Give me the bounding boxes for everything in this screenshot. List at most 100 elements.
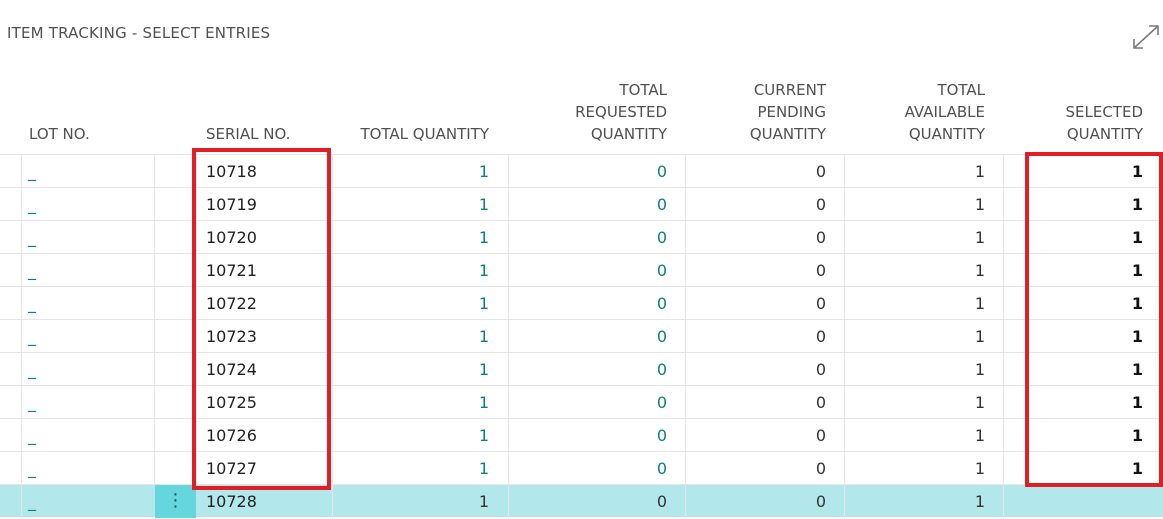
total-quantity-cell[interactable]: 1	[335, 419, 489, 451]
total-quantity-cell[interactable]: 1	[335, 155, 489, 187]
serial-no-cell[interactable]: 10718	[206, 155, 316, 187]
total-requested-quantity-cell[interactable]: 0	[510, 320, 667, 352]
total-available-quantity-cell: 1	[974, 360, 985, 379]
column-header-total-requested-quantity[interactable]: TOTAL REQUESTED QUANTITY	[510, 79, 667, 145]
lot-no-cell[interactable]: _	[28, 188, 68, 220]
current-pending-quantity-cell: 0	[815, 294, 826, 313]
total-quantity-cell[interactable]: 1	[335, 221, 489, 253]
total-available-quantity-cell: 1	[974, 327, 985, 346]
serial-no-cell[interactable]: 10724	[206, 353, 316, 385]
serial-no-cell[interactable]: 10721	[206, 254, 316, 286]
total-available-quantity-cell: 1	[974, 459, 985, 478]
column-header-line: QUANTITY	[749, 125, 826, 143]
table-row[interactable]: _ 10718 1 0 0 1 1	[0, 154, 1163, 188]
table-row[interactable]: _ 10720 1 0 0 1 1	[0, 220, 1163, 254]
lot-no-cell[interactable]: _	[28, 386, 68, 418]
lot-no-cell[interactable]: _	[28, 155, 68, 187]
column-header-lot-no[interactable]: LOT NO.	[29, 123, 90, 145]
table-row[interactable]: _ 10719 1 0 0 1 1	[0, 187, 1163, 221]
total-requested-quantity-cell[interactable]: 0	[510, 155, 667, 187]
selected-quantity-cell[interactable]: 1	[1005, 419, 1143, 451]
column-header-line: PENDING	[757, 103, 826, 121]
current-pending-quantity-cell: 0	[815, 492, 826, 511]
row-actions-menu-button[interactable]: ⋮	[155, 485, 196, 518]
column-header-line: QUANTITY	[908, 125, 985, 143]
current-pending-quantity-cell: 0	[815, 426, 826, 445]
lot-no-cell[interactable]: _	[28, 254, 68, 286]
serial-no-cell[interactable]: 10723	[206, 320, 316, 352]
table-row[interactable]: _ 10722 1 0 0 1 1	[0, 286, 1163, 320]
selected-quantity-cell[interactable]	[1005, 485, 1143, 517]
total-requested-quantity-cell[interactable]: 0	[510, 419, 667, 451]
column-header-serial-no[interactable]: SERIAL NO.	[206, 123, 290, 145]
lot-no-cell[interactable]: _	[28, 353, 68, 385]
total-quantity-cell[interactable]: 1	[335, 188, 489, 220]
lot-no-cell[interactable]: _	[28, 485, 68, 517]
selected-quantity-cell[interactable]: 1	[1005, 155, 1143, 187]
selected-quantity-cell[interactable]: 1	[1005, 320, 1143, 352]
expand-button[interactable]	[1131, 23, 1161, 51]
table-row[interactable]: _ 10723 1 0 0 1 1	[0, 319, 1163, 353]
total-requested-quantity-cell[interactable]: 0	[510, 188, 667, 220]
serial-no-cell[interactable]: 10720	[206, 221, 316, 253]
table-row[interactable]: _ 10726 1 0 0 1 1	[0, 418, 1163, 452]
table-row[interactable]: _ 10724 1 0 0 1 1	[0, 352, 1163, 386]
selected-quantity-cell[interactable]: 1	[1005, 452, 1143, 484]
current-pending-quantity-cell: 0	[815, 459, 826, 478]
total-quantity-cell[interactable]: 1	[335, 287, 489, 319]
lot-no-cell[interactable]: _	[28, 221, 68, 253]
serial-no-cell[interactable]: 10725	[206, 386, 316, 418]
column-header-total-available-quantity[interactable]: TOTAL AVAILABLE QUANTITY	[850, 79, 985, 145]
total-requested-quantity-cell[interactable]: 0	[510, 287, 667, 319]
selected-quantity-cell[interactable]: 1	[1005, 386, 1143, 418]
selected-quantity-cell[interactable]: 1	[1005, 188, 1143, 220]
column-header-line: AVAILABLE	[904, 103, 985, 121]
serial-no-cell[interactable]: 10722	[206, 287, 316, 319]
column-header-line: SELECTED	[1065, 103, 1144, 121]
column-header-line: REQUESTED	[575, 103, 667, 121]
serial-no-cell[interactable]: 10719	[206, 188, 316, 220]
current-pending-quantity-cell: 0	[815, 393, 826, 412]
total-requested-quantity-cell[interactable]: 0	[510, 452, 667, 484]
total-available-quantity-cell: 1	[974, 393, 985, 412]
total-requested-quantity-cell[interactable]: 0	[510, 386, 667, 418]
column-header-total-quantity[interactable]: TOTAL QUANTITY	[335, 123, 489, 145]
total-requested-quantity-cell[interactable]: 0	[510, 353, 667, 385]
entries-grid: _ 10718 1 0 0 1 1 _ 10719 1 0 0 1 1 _ 10…	[0, 154, 1163, 519]
serial-no-cell[interactable]: 10726	[206, 419, 316, 451]
total-requested-quantity-cell[interactable]: 0	[510, 485, 667, 517]
page-title: ITEM TRACKING - SELECT ENTRIES	[7, 24, 271, 42]
current-pending-quantity-cell: 0	[815, 360, 826, 379]
total-requested-quantity-cell[interactable]: 0	[510, 254, 667, 286]
lot-no-cell[interactable]: _	[28, 452, 68, 484]
total-quantity-cell[interactable]: 1	[335, 452, 489, 484]
table-row[interactable]: _ 10727 1 0 0 1 1	[0, 451, 1163, 485]
lot-no-cell[interactable]: _	[28, 287, 68, 319]
serial-no-cell[interactable]: 10727	[206, 452, 316, 484]
current-pending-quantity-cell: 0	[815, 228, 826, 247]
current-pending-quantity-cell: 0	[815, 195, 826, 214]
total-quantity-cell[interactable]: 1	[335, 320, 489, 352]
column-header-selected-quantity[interactable]: SELECTED QUANTITY	[1005, 101, 1144, 145]
selected-quantity-cell[interactable]: 1	[1005, 221, 1143, 253]
column-header-current-pending-quantity[interactable]: CURRENT PENDING QUANTITY	[690, 79, 826, 145]
table-row[interactable]: _ 10725 1 0 0 1 1	[0, 385, 1163, 419]
total-available-quantity-cell: 1	[974, 228, 985, 247]
serial-no-cell[interactable]: 10728	[206, 485, 316, 517]
total-quantity-cell[interactable]: 1	[335, 386, 489, 418]
column-header-line: CURRENT	[753, 81, 826, 99]
total-requested-quantity-cell[interactable]: 0	[510, 221, 667, 253]
column-header-line: TOTAL	[937, 81, 985, 99]
table-row-active[interactable]: _ ⋮ 10728 1 0 0 1	[0, 484, 1163, 518]
selected-quantity-cell[interactable]: 1	[1005, 287, 1143, 319]
total-quantity-cell[interactable]: 1	[335, 254, 489, 286]
lot-no-cell[interactable]: _	[28, 320, 68, 352]
selected-quantity-cell[interactable]: 1	[1005, 254, 1143, 286]
table-row[interactable]: _ 10721 1 0 0 1 1	[0, 253, 1163, 287]
current-pending-quantity-cell: 0	[815, 162, 826, 181]
expand-icon	[1133, 25, 1159, 49]
total-quantity-cell[interactable]: 1	[335, 353, 489, 385]
lot-no-cell[interactable]: _	[28, 419, 68, 451]
selected-quantity-cell[interactable]: 1	[1005, 353, 1143, 385]
total-quantity-cell[interactable]: 1	[335, 485, 489, 517]
